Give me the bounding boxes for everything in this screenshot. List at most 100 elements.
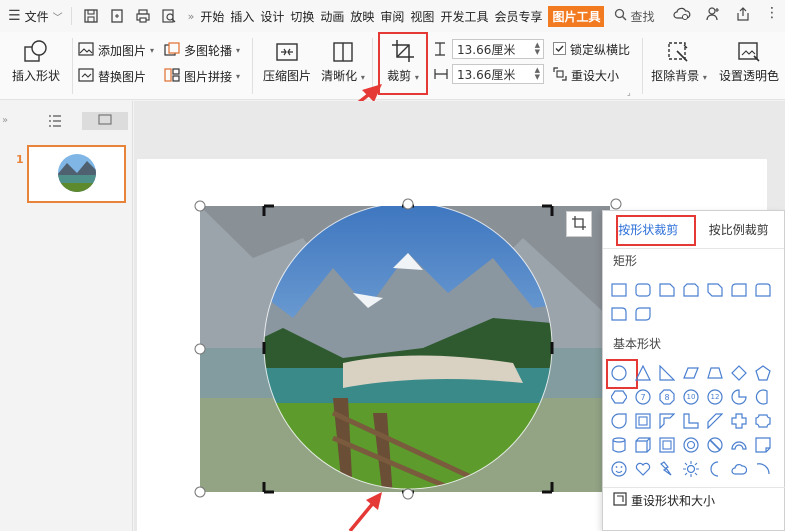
parallelogram-shape-icon[interactable] bbox=[683, 365, 699, 381]
tab-view[interactable]: 视图 bbox=[410, 8, 434, 25]
heptagon-shape-icon[interactable]: 7 bbox=[635, 389, 651, 405]
diagonal-stripe-shape-icon[interactable] bbox=[707, 413, 723, 429]
tab-transition[interactable]: 切换 bbox=[290, 8, 314, 25]
tab-animation[interactable]: 动画 bbox=[320, 8, 344, 25]
cross-shape-icon[interactable] bbox=[731, 413, 747, 429]
outline-view-icon[interactable] bbox=[48, 115, 62, 130]
chord-shape-icon[interactable] bbox=[755, 389, 771, 405]
reset-size-button[interactable]: 重设大小 bbox=[553, 67, 619, 84]
cloud-shape-icon[interactable] bbox=[731, 461, 747, 477]
round-single-corner-shape-icon[interactable] bbox=[611, 306, 627, 322]
frame-shape-icon[interactable] bbox=[635, 413, 651, 429]
multi-carousel-button[interactable]: 多图轮播 ▾ bbox=[164, 42, 240, 59]
remove-background-button[interactable]: 抠除背景 ▾ bbox=[648, 40, 710, 84]
hexagon-shape-icon[interactable] bbox=[611, 389, 627, 405]
pie-shape-icon[interactable] bbox=[731, 389, 747, 405]
dialog-launcher-icon[interactable]: ⌟ bbox=[627, 88, 631, 97]
slide-view-tab[interactable] bbox=[82, 112, 128, 130]
block-arc-shape-icon[interactable] bbox=[731, 437, 747, 453]
chevron-down-icon[interactable]: ﹀ bbox=[53, 9, 63, 24]
insert-shape-button[interactable]: 插入形状 bbox=[6, 38, 66, 84]
tab-review[interactable]: 审阅 bbox=[380, 8, 404, 25]
bevel-shape-icon[interactable] bbox=[659, 437, 675, 453]
diamond-shape-icon[interactable] bbox=[731, 365, 747, 381]
sun-shape-icon[interactable] bbox=[683, 461, 699, 477]
no-symbol-shape-icon[interactable] bbox=[707, 437, 723, 453]
sharpen-button[interactable]: 清晰化 ▾ bbox=[318, 40, 368, 84]
export-pdf-icon[interactable] bbox=[106, 5, 128, 27]
height-input[interactable]: 13.66厘米 ▲ ▼ bbox=[452, 39, 544, 59]
donut-shape-icon[interactable] bbox=[683, 437, 699, 453]
smiley-face-shape-icon[interactable] bbox=[611, 461, 627, 477]
tab-picture-tools[interactable]: 图片工具 bbox=[548, 5, 605, 27]
rectangle-shape-icon[interactable] bbox=[611, 282, 627, 298]
add-picture-button[interactable]: 添加图片 ▾ bbox=[78, 42, 154, 59]
triangle-shape-icon[interactable] bbox=[635, 365, 651, 381]
pentagon-shape-icon[interactable] bbox=[755, 365, 771, 381]
set-transparent-button[interactable]: 设置透明色 bbox=[716, 40, 782, 84]
tab-member[interactable]: 会员专享 bbox=[494, 8, 542, 25]
chevron-down-icon: ▾ bbox=[236, 46, 241, 55]
tab-home[interactable]: 开始 bbox=[200, 8, 224, 25]
picture-collage-button[interactable]: 图片拼接 ▾ bbox=[164, 68, 240, 85]
snip-diagonal-shape-icon[interactable] bbox=[707, 282, 723, 298]
add-user-icon[interactable] bbox=[705, 6, 721, 25]
oval-highlight-box bbox=[606, 359, 638, 389]
picture-crop-area[interactable] bbox=[193, 198, 623, 500]
round-same-side-shape-icon[interactable] bbox=[755, 282, 771, 298]
file-menu[interactable]: 文件 bbox=[25, 8, 49, 25]
tab-developer[interactable]: 开发工具 bbox=[440, 8, 488, 25]
replace-picture-button[interactable]: 替换图片 bbox=[78, 68, 146, 85]
teardrop-shape-icon[interactable] bbox=[611, 413, 627, 429]
right-triangle-shape-icon[interactable] bbox=[659, 365, 675, 381]
expand-panel-icon[interactable]: » bbox=[2, 115, 8, 126]
shape-icon bbox=[22, 38, 50, 67]
half-frame-shape-icon[interactable] bbox=[659, 413, 675, 429]
snip-single-corner-shape-icon[interactable] bbox=[659, 282, 675, 298]
tab-crop-by-ratio[interactable]: 按比例裁剪 bbox=[694, 211, 785, 248]
print-preview-icon[interactable] bbox=[158, 5, 180, 27]
cube-shape-icon[interactable] bbox=[635, 437, 651, 453]
hamburger-menu-icon[interactable]: ☰ bbox=[8, 8, 21, 24]
plaque-shape-icon[interactable] bbox=[755, 413, 771, 429]
sharpen-icon bbox=[330, 40, 356, 67]
share-icon[interactable] bbox=[735, 6, 751, 25]
search-box[interactable]: 查找 bbox=[614, 8, 655, 25]
cloud-sync-icon[interactable] bbox=[673, 6, 691, 25]
reset-shape-size-button[interactable]: 重设形状和大小 bbox=[613, 492, 715, 509]
lightning-bolt-shape-icon[interactable] bbox=[659, 461, 675, 477]
octagon-shape-icon[interactable]: 8 bbox=[659, 389, 675, 405]
more-options-icon[interactable]: ⋮ bbox=[765, 6, 779, 25]
rounded-rectangle-shape-icon[interactable] bbox=[635, 282, 651, 298]
folded-corner-shape-icon[interactable] bbox=[755, 437, 771, 453]
heart-shape-icon[interactable] bbox=[635, 461, 651, 477]
window-actions: ⋮ bbox=[673, 6, 779, 25]
trapezoid-shape-icon[interactable] bbox=[707, 365, 723, 381]
can-shape-icon[interactable] bbox=[611, 437, 627, 453]
lock-ratio-checkbox[interactable]: 锁定纵横比 bbox=[553, 41, 630, 58]
l-shape-icon[interactable] bbox=[683, 413, 699, 429]
carousel-icon bbox=[164, 42, 180, 59]
slide-thumbnail[interactable] bbox=[27, 145, 126, 203]
moon-shape-icon[interactable] bbox=[707, 461, 723, 477]
round-diagonal-shape-icon[interactable] bbox=[635, 306, 651, 322]
width-input[interactable]: 13.66厘米 ▲ ▼ bbox=[452, 64, 544, 84]
width-spinner[interactable]: ▲ ▼ bbox=[535, 67, 543, 81]
height-spinner[interactable]: ▲ ▼ bbox=[535, 42, 543, 56]
slide-view-icon bbox=[98, 114, 112, 128]
save-icon[interactable] bbox=[80, 5, 102, 27]
add-picture-icon bbox=[78, 42, 94, 59]
dodecagon-shape-icon[interactable]: 12 bbox=[707, 389, 723, 405]
snip-same-side-shape-icon[interactable] bbox=[683, 282, 699, 298]
crop-quick-button[interactable] bbox=[566, 211, 592, 237]
compress-picture-label: 压缩图片 bbox=[262, 69, 311, 83]
print-icon[interactable] bbox=[132, 5, 154, 27]
snip-round-shape-icon[interactable] bbox=[731, 282, 747, 298]
decagon-shape-icon[interactable]: 10 bbox=[683, 389, 699, 405]
more-icon[interactable]: » bbox=[188, 10, 195, 23]
tab-design[interactable]: 设计 bbox=[260, 8, 284, 25]
compress-picture-button[interactable]: 压缩图片 bbox=[258, 40, 316, 84]
arc-shape-icon[interactable] bbox=[755, 461, 771, 477]
tab-insert[interactable]: 插入 bbox=[230, 8, 254, 25]
tab-slideshow[interactable]: 放映 bbox=[350, 8, 374, 25]
